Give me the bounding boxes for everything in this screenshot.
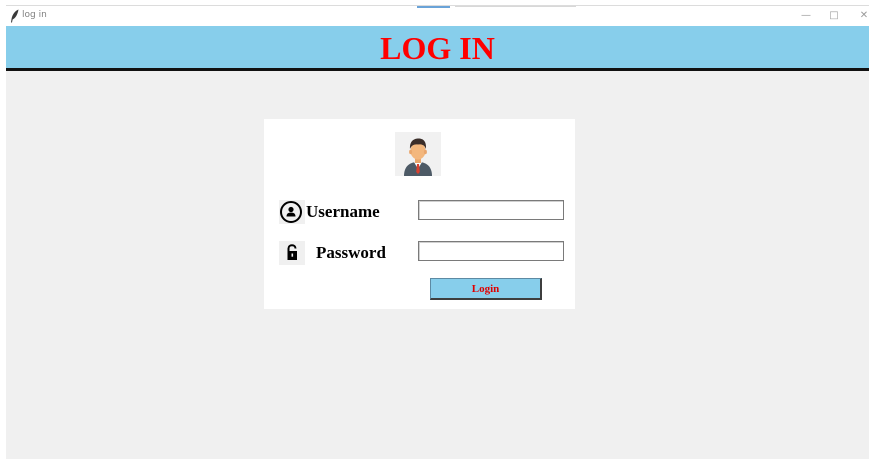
login-button[interactable]: Login [430, 278, 542, 300]
password-input[interactable] [418, 241, 564, 261]
title-bar-divider [455, 6, 576, 7]
maximize-button[interactable]: □ [822, 8, 846, 24]
user-circle-icon [279, 200, 305, 224]
feather-icon [11, 9, 19, 23]
title-bar-accent [417, 6, 450, 8]
header-banner: LOG IN [6, 26, 869, 71]
username-input[interactable] [418, 200, 564, 220]
login-panel: Username Password Login [264, 119, 575, 309]
lock-icon [279, 241, 305, 265]
user-avatar-icon [395, 132, 441, 176]
username-label: Username [306, 202, 380, 221]
title-bar[interactable]: log in — □ ✕ [6, 5, 869, 26]
window-title: log in [22, 10, 47, 20]
password-label: Password [316, 243, 386, 262]
minimize-button[interactable]: — [794, 8, 818, 24]
page-title: LOG IN [380, 30, 495, 66]
app-window: log in — □ ✕ LOG IN Username Password Lo… [6, 5, 869, 459]
close-button[interactable]: ✕ [852, 8, 869, 24]
